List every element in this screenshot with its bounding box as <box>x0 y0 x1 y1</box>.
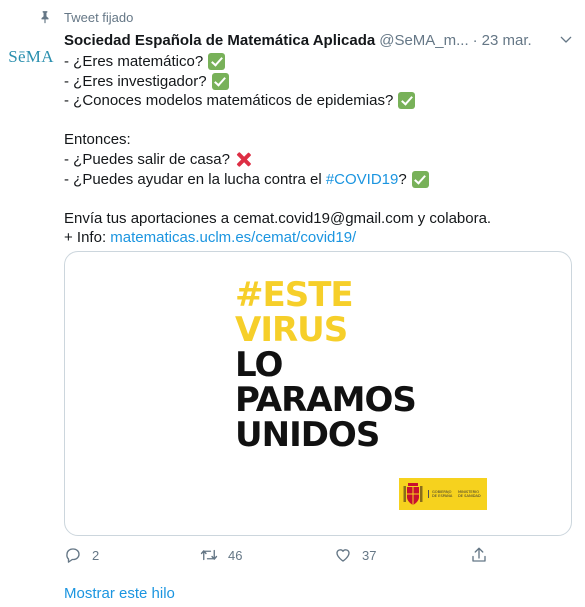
campaign-text: #ESTE VIRUS LO PARAMOS UNIDOS <box>235 275 417 455</box>
pinned-label: Tweet fijado <box>64 9 134 25</box>
check-mark-icon <box>411 170 429 188</box>
reply-count: 2 <box>92 547 100 563</box>
tweet-line: - ¿Conoces modelos matemáticos de epidem… <box>64 91 564 111</box>
like-button[interactable]: 37 <box>334 545 376 565</box>
check-mark-icon <box>208 53 226 71</box>
check-mark-icon <box>398 92 416 110</box>
campaign-line: LO <box>235 345 283 385</box>
retweet-button[interactable]: 46 <box>200 545 242 565</box>
hashtag-link[interactable]: #COVID19 <box>326 170 399 190</box>
pin-icon <box>41 11 49 24</box>
campaign-line: UNIDOS <box>235 415 380 455</box>
media-image[interactable]: #ESTE VIRUS LO PARAMOS UNIDOS GOBIERNO D… <box>64 251 572 536</box>
government-label: GOBIERNO DE ESPAÑA <box>428 489 454 499</box>
avatar-logo-text: SēMA <box>8 47 54 66</box>
campaign-line: VIRUS <box>235 310 348 350</box>
tweet-line: - ¿Puedes ayudar en la lucha contra el #… <box>64 170 564 190</box>
tweet-line: - ¿Puedes salir de casa? <box>64 150 564 170</box>
retweet-count: 46 <box>228 547 243 563</box>
tweet-date[interactable]: 23 mar. <box>482 32 532 49</box>
chevron-down-icon[interactable] <box>558 32 574 48</box>
government-logo: GOBIERNO DE ESPAÑA MINISTERIO DE SANIDAD <box>399 478 487 510</box>
show-thread-link[interactable]: Mostrar este hilo <box>64 585 175 602</box>
cross-mark-icon <box>235 151 252 168</box>
heart-icon <box>336 549 350 562</box>
info-link[interactable]: matematicas.uclm.es/cemat/covid19/ <box>110 228 356 248</box>
avatar[interactable]: SēMA <box>6 32 56 82</box>
check-mark-icon <box>211 72 229 90</box>
header-separator: · <box>472 31 478 49</box>
like-count: 37 <box>362 547 377 563</box>
tweet-header: Sociedad Española de Matemática Aplicada… <box>64 30 574 50</box>
campaign-line: #ESTE <box>235 275 354 315</box>
reply-icon <box>66 548 80 563</box>
share-icon <box>472 547 486 562</box>
campaign-line: PARAMOS <box>235 380 417 420</box>
ministry-label: MINISTERIO DE SANIDAD <box>458 489 481 498</box>
tweet-line: - ¿Eres matemático? <box>64 52 564 72</box>
pinned-indicator: Tweet fijado <box>38 8 133 26</box>
author-handle[interactable]: @SeMA_m... <box>379 32 468 49</box>
coat-of-arms-icon <box>403 483 423 505</box>
tweet-line: + Info: matematicas.uclm.es/cemat/covid1… <box>64 228 357 248</box>
share-button[interactable] <box>470 545 488 565</box>
tweet-line: Envía tus aportaciones a cemat.covid19@g… <box>64 209 492 227</box>
tweet-actions: 2 46 37 <box>64 545 494 565</box>
tweet-text: - ¿Eres matemático? - ¿Eres investigador… <box>64 52 564 248</box>
reply-button[interactable]: 2 <box>64 545 99 565</box>
tweet-line: - ¿Eres investigador? <box>64 72 564 92</box>
author-name[interactable]: Sociedad Española de Matemática Aplicada <box>64 32 375 49</box>
retweet-icon <box>200 549 218 561</box>
tweet-line: Entonces: <box>64 131 131 149</box>
